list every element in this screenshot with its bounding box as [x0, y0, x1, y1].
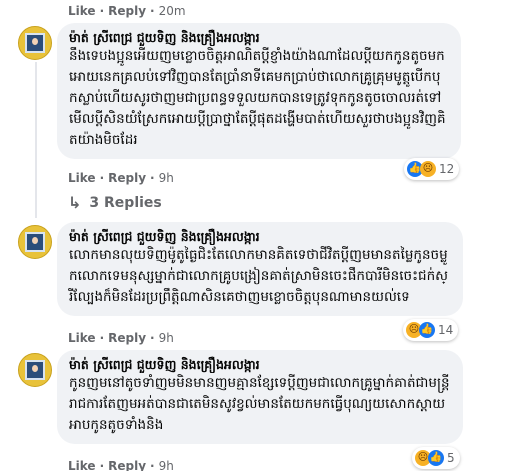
reply-link[interactable]: Reply — [108, 331, 146, 345]
like-link[interactable]: Like — [68, 4, 96, 18]
reply-link[interactable]: Reply — [108, 171, 146, 185]
reply-arrow-icon: ↳ — [68, 193, 82, 212]
thread-line — [35, 62, 37, 218]
like-link[interactable]: Like — [68, 171, 96, 185]
comment-author[interactable]: ម៉ាត់ ស្រីពេជ្រ ជួយទិញ និងគ្រឿងអលង្ការ — [69, 29, 449, 46]
like-link[interactable]: Like — [68, 459, 96, 471]
sad-icon: ☹ — [420, 161, 436, 177]
separator-dot: · — [99, 331, 105, 345]
reply-link[interactable]: Reply — [108, 4, 146, 18]
reaction-summary[interactable]: ☹ 👍 14 — [403, 319, 459, 341]
avatar[interactable] — [18, 26, 52, 60]
comment-bubble: ម៉ាត់ ស្រីពេជ្រ ជួយទិញ និងគ្រឿងអលង្ការ ន… — [57, 23, 461, 159]
comment-time: 9h — [158, 171, 174, 185]
separator-dot: · — [150, 331, 155, 345]
replies-count-label: 3 Replies — [89, 194, 162, 211]
reply-link[interactable]: Reply — [108, 459, 146, 471]
comment-time: 20m — [158, 4, 186, 18]
avatar[interactable] — [18, 353, 52, 387]
comment-bubble: ម៉ាត់ ស្រីពេជ្រ ជួយទិញ និងគ្រឿងអលង្ការ ក… — [57, 350, 463, 444]
view-replies-button[interactable]: ↳ 3 Replies — [68, 193, 162, 212]
top-comment-actions: Like · Reply · 20m — [68, 4, 186, 18]
reaction-summary[interactable]: ☹ 👍 5 — [412, 447, 460, 469]
comment-actions: Like · Reply · 9h — [68, 459, 174, 471]
comment-text: កូនញមនៅតូចទាំញមមិនមានញមគ្មានខ្សែទេប្តីញម… — [69, 375, 450, 433]
comment-time: 9h — [158, 459, 174, 471]
comment-author[interactable]: ម៉ាត់ ស្រីពេជ្រ ជួយទិញ និងគ្រឿងអលង្ការ — [69, 356, 451, 373]
reaction-count: 12 — [439, 162, 455, 176]
comment-author[interactable]: ម៉ាត់ ស្រីពេជ្រ ជួយទិញ និងគ្រឿងអលង្ការ — [69, 228, 451, 245]
comment-text: នឹងទេបងប្អូនអើយញមខ្លោចចិត្តអាណិតប្តីខ្ញា… — [69, 48, 446, 148]
reaction-count: 5 — [447, 451, 455, 465]
like-icon: 👍 — [419, 322, 435, 338]
reaction-count: 14 — [438, 323, 454, 337]
comment-time: 9h — [158, 331, 174, 345]
separator-dot: · — [99, 459, 105, 471]
reaction-summary[interactable]: 👍 ☹ 12 — [404, 158, 460, 180]
separator-dot: · — [150, 4, 155, 18]
comment-actions: Like · Reply · 9h — [68, 171, 174, 185]
comment-actions: Like · Reply · 9h — [68, 331, 174, 345]
separator-dot: · — [150, 459, 155, 471]
separator-dot: · — [99, 4, 105, 18]
like-link[interactable]: Like — [68, 331, 96, 345]
comment-bubble: ម៉ាត់ ស្រីពេជ្រ ជួយទិញ និងគ្រឿងអលង្ការ ល… — [57, 222, 463, 316]
comment-text: លោកមានលុយទិញម៉ូតូធ្ងៃជិះតែលោកមានគិតទេថាជ… — [69, 247, 449, 305]
separator-dot: · — [150, 171, 155, 185]
separator-dot: · — [99, 171, 105, 185]
like-icon: 👍 — [428, 450, 444, 466]
avatar[interactable] — [18, 225, 52, 259]
